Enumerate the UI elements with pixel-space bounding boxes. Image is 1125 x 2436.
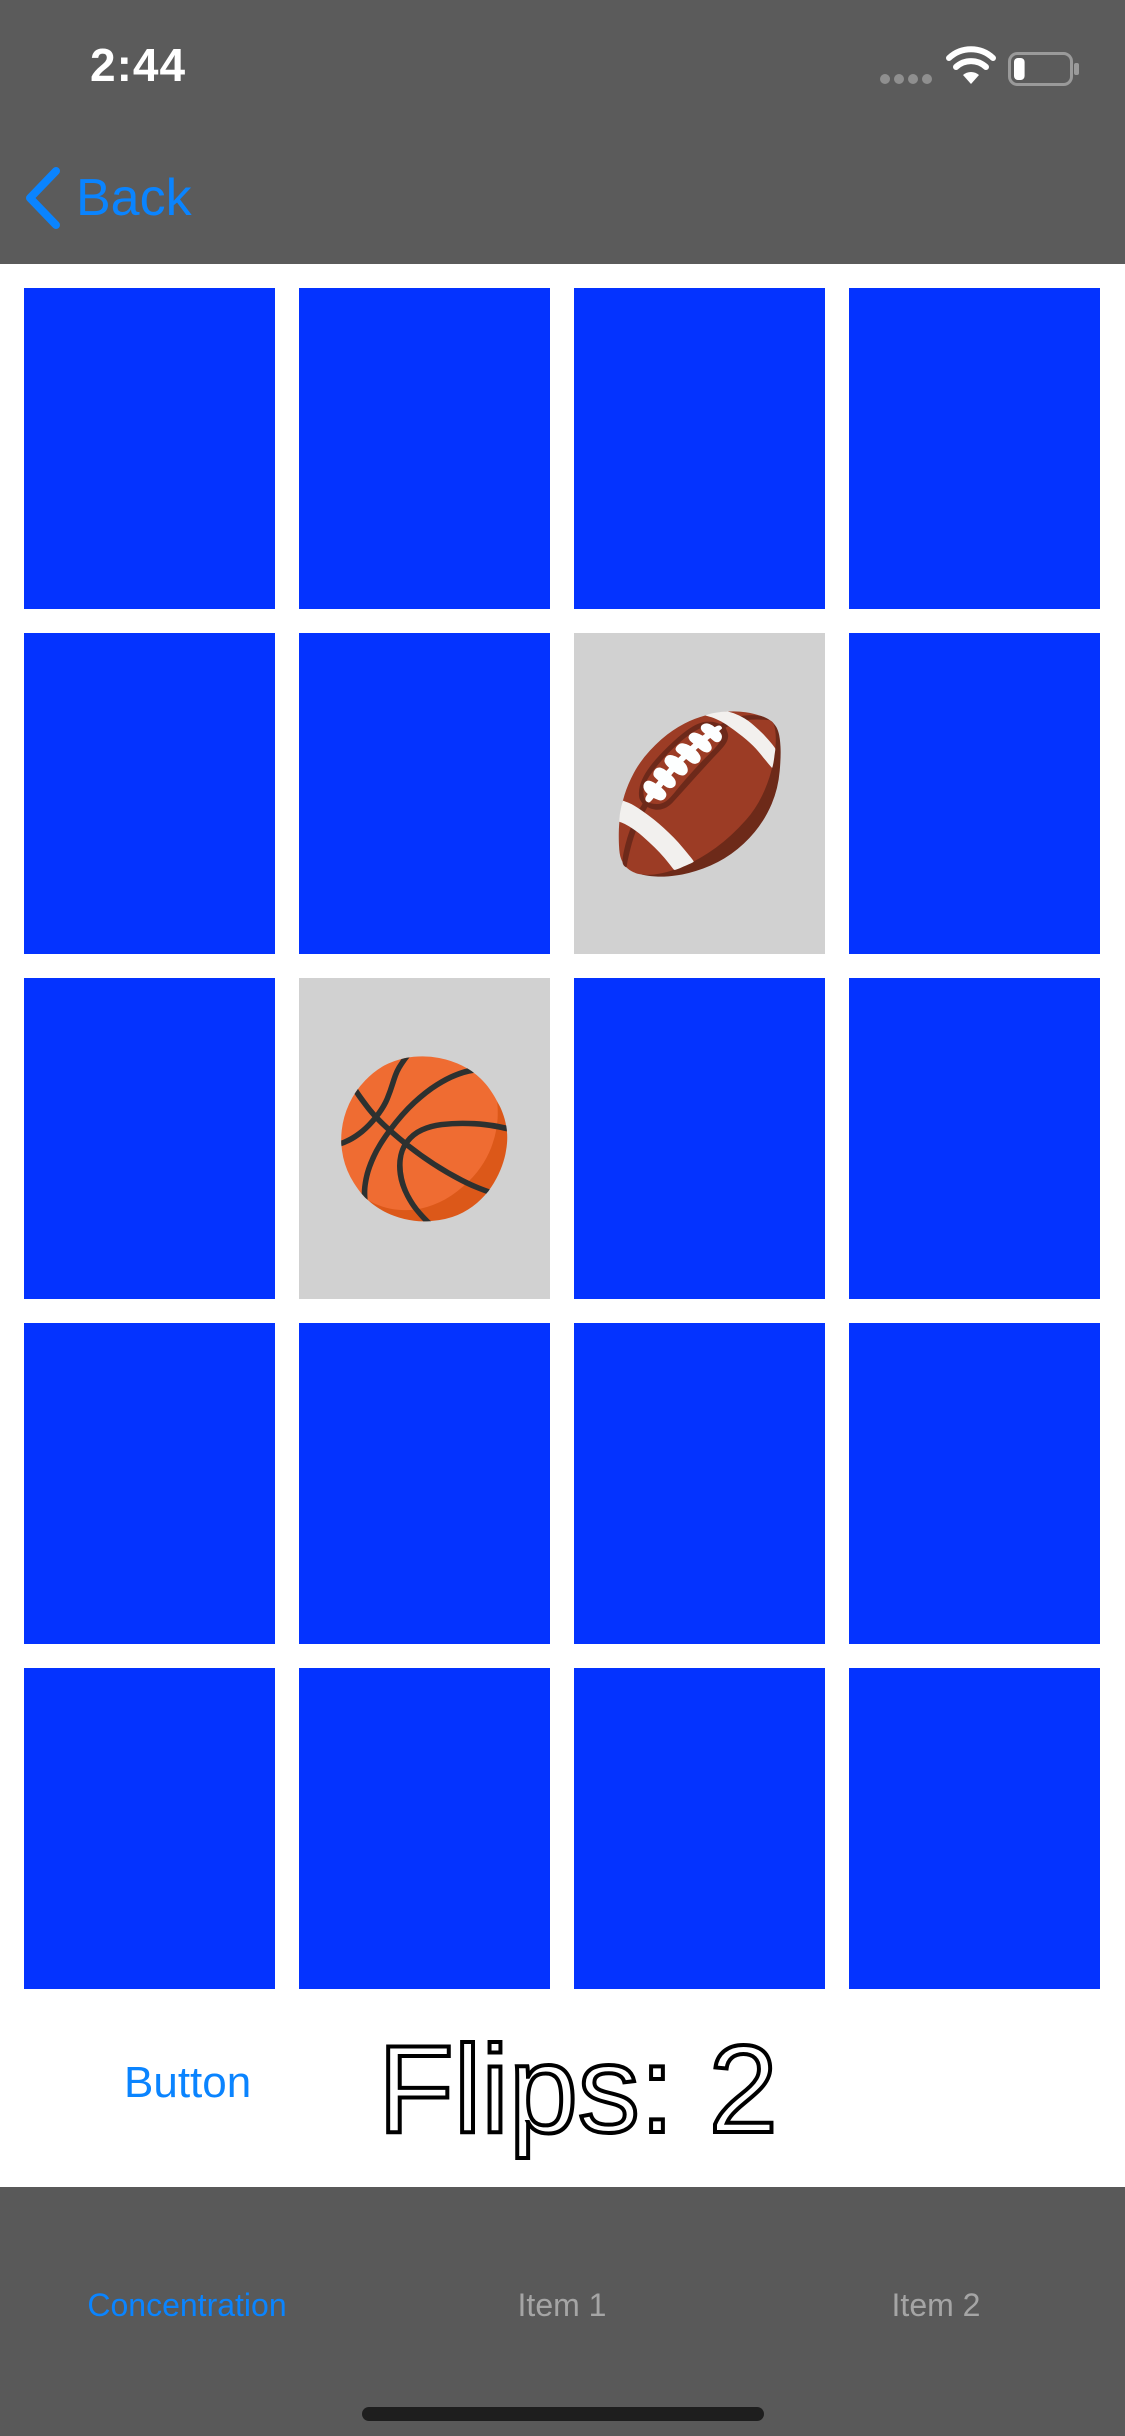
card-face-down[interactable] <box>574 978 825 1299</box>
card-face-up[interactable]: 🏈 <box>574 633 825 954</box>
card-face-down[interactable] <box>849 978 1100 1299</box>
card-face-down[interactable] <box>849 633 1100 954</box>
card-face-down[interactable] <box>299 288 550 609</box>
card-face-down[interactable] <box>299 633 550 954</box>
card-face-down[interactable] <box>24 978 275 1299</box>
status-time: 2:44 <box>90 39 187 91</box>
card-grid: 🏈 🏀 <box>24 288 1101 1989</box>
back-label: Back <box>76 169 192 227</box>
card-face-down[interactable] <box>574 1323 825 1644</box>
signal-dots-icon <box>880 74 934 84</box>
football-icon: 🏈 <box>606 706 793 881</box>
back-button[interactable]: Back <box>22 162 192 234</box>
home-indicator <box>362 2407 764 2421</box>
card-face-up[interactable]: 🏀 <box>299 978 550 1299</box>
basketball-icon: 🏀 <box>331 1051 518 1226</box>
card-face-down[interactable] <box>574 288 825 609</box>
chevron-left-icon <box>26 167 60 229</box>
wifi-icon <box>946 46 996 84</box>
tab-bar: Concentration Item 1 Item 2 <box>0 2187 1125 2436</box>
card-face-down[interactable] <box>24 1323 275 1644</box>
card-face-down[interactable] <box>849 1668 1100 1989</box>
tab-item-1[interactable]: Item 1 <box>412 2287 712 2324</box>
tab-concentration[interactable]: Concentration <box>37 2287 337 2324</box>
card-face-down[interactable] <box>849 1323 1100 1644</box>
card-face-down[interactable] <box>299 1323 550 1644</box>
flips-count-label: Flips: 2 <box>376 2020 780 2161</box>
new-game-button[interactable]: Button <box>124 2058 251 2108</box>
card-face-down[interactable] <box>24 288 275 609</box>
card-face-down[interactable] <box>24 633 275 954</box>
battery-icon <box>1008 52 1079 86</box>
card-face-down[interactable] <box>574 1668 825 1989</box>
card-face-down[interactable] <box>849 288 1100 609</box>
top-bar: 2:44 Back <box>0 0 1125 264</box>
card-face-down[interactable] <box>24 1668 275 1989</box>
tab-item-2[interactable]: Item 2 <box>786 2287 1086 2324</box>
card-face-down[interactable] <box>299 1668 550 1989</box>
